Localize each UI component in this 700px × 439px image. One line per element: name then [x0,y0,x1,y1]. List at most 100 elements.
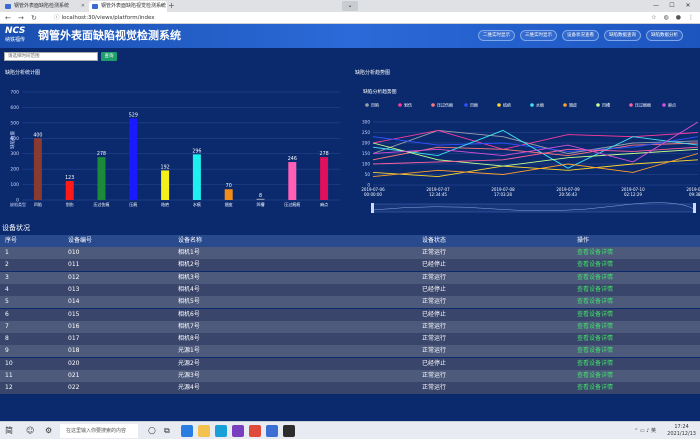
cortana-icon[interactable]: ○ [148,422,156,439]
table-cell: 11 [5,372,13,379]
nav-device-status-button[interactable]: 设备状况查看 [562,30,599,41]
table-cell: 相机2号 [178,261,200,269]
terminal-app-icon[interactable] [283,425,295,437]
view-device-detail-link[interactable]: 查看设备详情 [577,321,613,333]
legend-marker [398,103,402,107]
close-tab-icon[interactable]: ✕ [81,1,85,12]
view-device-detail-link[interactable]: 查看设备详情 [577,382,613,394]
table-row: 11 021 光源3号 正常运行 查看设备详情 [0,370,700,382]
table-cell: 6 [5,310,9,318]
store-app-icon[interactable] [215,425,227,437]
nav-3d-display-button[interactable]: 三维实时显示 [520,30,557,41]
logo: NCS 纳铁福传 [5,26,33,46]
table-cell: 正常运行 [422,335,447,343]
y-tick-label: 400 [10,136,19,142]
extensions-icon[interactable]: ◍ [664,14,669,21]
profile-icon[interactable]: ● [676,14,681,21]
close-tab-icon[interactable]: ✕ [160,1,164,12]
clock[interactable]: 17:24 2021/12/13 [667,424,696,438]
table-cell: 7 [5,322,9,330]
gear-icon[interactable]: ⚙ [45,422,52,439]
view-device-detail-link[interactable]: 查看设备详情 [577,370,613,382]
browser-tab-2[interactable]: 钢管外表面缺陷视觉检测系统 ✕ [89,1,167,12]
browser-tab-1[interactable]: 钢管外表面缺陷检测系统 ✕ [2,1,88,12]
table-cell: 020 [68,359,80,367]
y-tick-label: 500 [10,120,19,126]
table-row: 5 014 相机5号 正常运行 查看设备详情 [0,296,700,309]
chrome-app-icon[interactable] [249,425,261,437]
view-device-detail-link[interactable]: 查看设备详情 [577,247,613,259]
column-header: 操作 [577,237,590,244]
table-cell: 10 [5,359,13,367]
table-row: 4 013 相机4号 已经停止 查看设备详情 [0,283,700,296]
maximize-icon[interactable]: ☐ [664,0,680,12]
date-range-input[interactable]: 请选择时间范围 [4,52,98,61]
nav-2d-display-button[interactable]: 二维实时显示 [478,30,515,41]
nav-defect-query-button[interactable]: 缺陷数据查询 [604,30,641,41]
info-icon: ⓘ [54,15,60,21]
taskbar-search-input[interactable]: 在这里输入你要搜索的内容 [60,424,138,438]
back-icon[interactable]: ← [5,12,11,24]
bar [192,154,201,200]
table-cell: 018 [68,347,80,355]
view-device-detail-link[interactable]: 查看设备详情 [577,296,613,308]
explorer-app-icon[interactable] [198,425,210,437]
reload-icon[interactable]: ↻ [31,12,37,24]
view-device-detail-link[interactable]: 查看设备详情 [577,345,613,357]
view-device-detail-link[interactable]: 查看设备详情 [577,272,613,284]
ime-indicator[interactable]: 简 [5,422,13,439]
chevron-down-icon[interactable]: ⌄ [342,1,358,11]
legend-label: 翘皮 [569,102,577,108]
forward-icon[interactable]: → [18,12,24,24]
nav-defect-analysis-button[interactable]: 缺陷数据分析 [646,30,683,41]
emoji-icon[interactable]: ☺ [26,422,34,439]
table-cell: 013 [68,285,80,293]
table-cell: 相机5号 [178,298,200,306]
view-device-detail-link[interactable]: 查看设备详情 [577,259,613,271]
menu-icon[interactable]: ⋮ [688,14,694,21]
edge-app-icon[interactable] [181,425,193,437]
system-tray-icons[interactable]: ⌃ ▭ ♪ 英 [634,422,656,439]
logo-caption: 纳铁福传 [5,37,26,43]
table-row: 8 017 相机8号 正常运行 查看设备详情 [0,333,700,346]
clock-time: 17:24 [674,424,689,430]
favicon-icon [5,4,11,9]
table-cell: 022 [68,384,80,392]
table-cell: 相机3号 [178,273,200,281]
chart-title: 缺陷分析趋势图 [363,88,397,95]
query-button[interactable]: 查询 [101,52,117,61]
browser-tabstrip: 钢管外表面缺陷检测系统 ✕ 钢管外表面缺陷视觉检测系统 ✕ + ⌄ — ☐ ✕ [0,0,700,12]
legend-marker [431,103,435,107]
address-bar[interactable]: ⓘ localhost:30/views/platform/index [54,14,614,22]
view-device-detail-link[interactable]: 查看设备详情 [577,333,613,345]
table-cell: 相机4号 [178,285,200,293]
bar [97,157,106,200]
y-tick-label: 200 [10,167,19,173]
vs-app-icon[interactable] [232,425,244,437]
table-cell: 016 [68,322,80,330]
table-header-row: 序号 设备编号 设备名称 设备状态 操作 [0,235,700,247]
table-cell: 011 [68,261,80,269]
star-icon[interactable]: ☆ [651,14,656,21]
column-header: 设备名称 [178,237,203,244]
minimize-icon[interactable]: — [648,0,664,12]
word-app-icon[interactable] [266,425,278,437]
view-device-detail-link[interactable]: 查看设备详情 [577,309,613,321]
x-tick-label: 麻点 [320,201,328,207]
table-row: 3 012 相机3号 正常运行 查看设备详情 [0,271,700,284]
view-device-detail-link[interactable]: 查看设备详情 [577,284,613,296]
legend-label: 凹痕 [470,102,478,108]
browser-toolbar: ← → ↻ ⓘ localhost:30/views/platform/index… [0,12,700,24]
view-device-detail-link[interactable]: 查看设备详情 [577,358,613,370]
y-tick-label: 50 [365,172,371,177]
column-header: 设备状态 [422,237,447,244]
device-section-title: 设备状况 [2,224,30,232]
x-tick-label: 凹陷 [34,201,42,207]
new-tab-icon[interactable]: + [168,0,175,12]
table-cell: 正常运行 [422,249,447,256]
legend-label: 划伤 [404,102,412,108]
legend-label: 压过痕痕 [635,102,651,108]
task-view-icon[interactable]: ⧉ [164,422,170,439]
close-window-icon[interactable]: ✕ [680,0,696,12]
table-cell: 014 [68,298,80,306]
